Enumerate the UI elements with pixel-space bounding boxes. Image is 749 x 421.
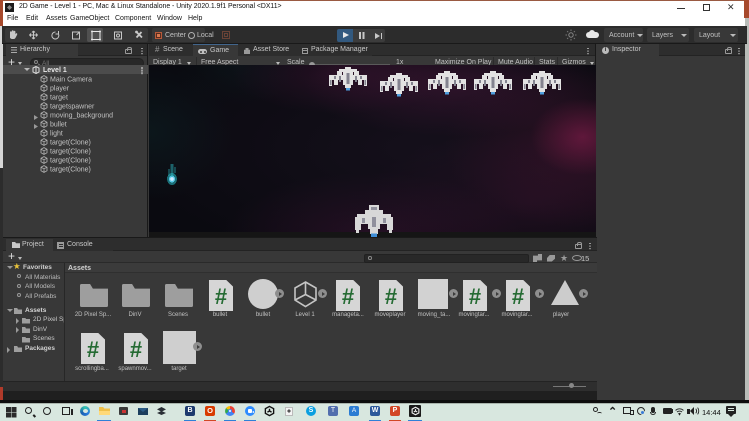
svg-text:Main Camera: Main Camera bbox=[50, 77, 92, 84]
svg-text:targetspawner: targetspawner bbox=[50, 104, 95, 111]
svg-text:light: light bbox=[50, 131, 63, 138]
svg-text:moving_background: moving_background bbox=[50, 113, 113, 120]
svg-text:target(Clone): target(Clone) bbox=[50, 158, 91, 165]
svg-text:target(Clone): target(Clone) bbox=[50, 149, 91, 156]
svg-text:target(Clone): target(Clone) bbox=[50, 167, 91, 174]
svg-text:target: target bbox=[50, 95, 68, 102]
svg-text:target(Clone): target(Clone) bbox=[50, 140, 91, 147]
svg-text:bullet: bullet bbox=[50, 122, 67, 129]
svg-text:player: player bbox=[50, 86, 70, 93]
